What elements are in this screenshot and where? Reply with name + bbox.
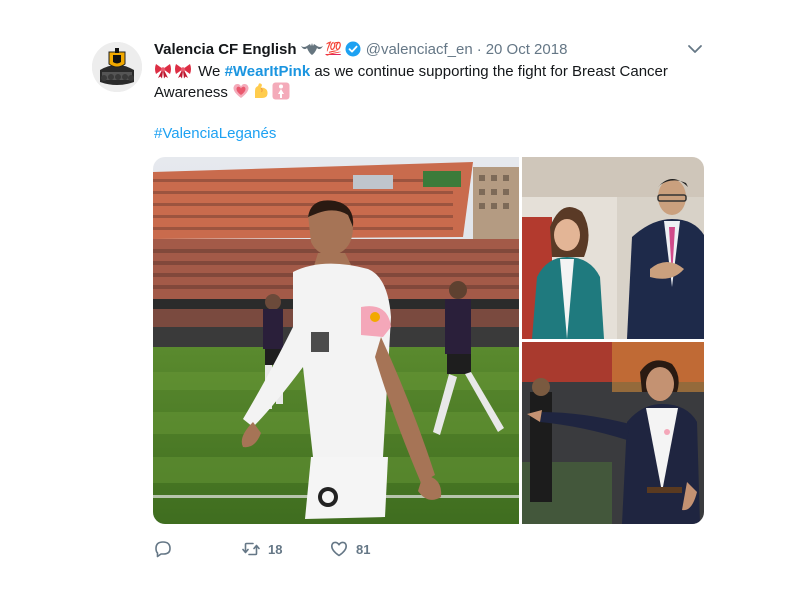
media-grid — [153, 157, 704, 524]
retweet-button[interactable]: 18 — [242, 538, 282, 560]
hashtag-wearitpink[interactable]: #WearItPink — [225, 63, 311, 80]
reply-icon — [155, 541, 171, 558]
tweet-header: Valencia CF English 💯 @valenciacf_en · 2… — [154, 39, 567, 59]
player-stadium-image — [153, 157, 519, 524]
coach-pointing-image — [522, 342, 704, 524]
hashtag-valencialeganes[interactable]: #ValenciaLeganés — [154, 125, 276, 142]
bat-icon — [300, 43, 323, 55]
flexed-biceps-icon — [255, 83, 268, 98]
retweet-icon — [242, 542, 260, 556]
player-stadium-photo[interactable] — [153, 157, 519, 524]
tweet-text: We #WearItPink as we continue supporting… — [154, 61, 694, 103]
reply-button[interactable] — [154, 538, 172, 560]
author-name[interactable]: Valencia CF English — [154, 41, 297, 58]
woman-man-stand-image — [522, 157, 704, 339]
womens-symbol-icon — [272, 82, 290, 100]
ribbon-icon — [155, 64, 171, 79]
separator-dot: · — [476, 40, 482, 58]
valencia-crest-icon — [92, 42, 142, 92]
pink-heart-icon — [233, 83, 249, 98]
ribbon-icon — [175, 64, 191, 79]
tweet-date[interactable]: 20 Oct 2018 — [486, 41, 568, 58]
woman-man-stand-photo[interactable] — [522, 157, 704, 339]
chevron-down-icon[interactable] — [686, 42, 704, 56]
tweet[interactable]: Valencia CF English 💯 @valenciacf_en · 2… — [0, 0, 800, 600]
text-we: We — [198, 63, 221, 80]
like-count: 81 — [356, 541, 371, 557]
author-handle[interactable]: @valenciacf_en — [366, 41, 473, 58]
like-button[interactable]: 81 — [330, 538, 370, 560]
avatar[interactable] — [92, 42, 142, 92]
heart-icon — [331, 541, 347, 557]
hundred-points-icon: 💯 — [325, 41, 342, 56]
retweet-count: 18 — [268, 541, 283, 557]
verified-badge-icon — [345, 41, 361, 57]
coach-pointing-photo[interactable] — [522, 342, 704, 524]
